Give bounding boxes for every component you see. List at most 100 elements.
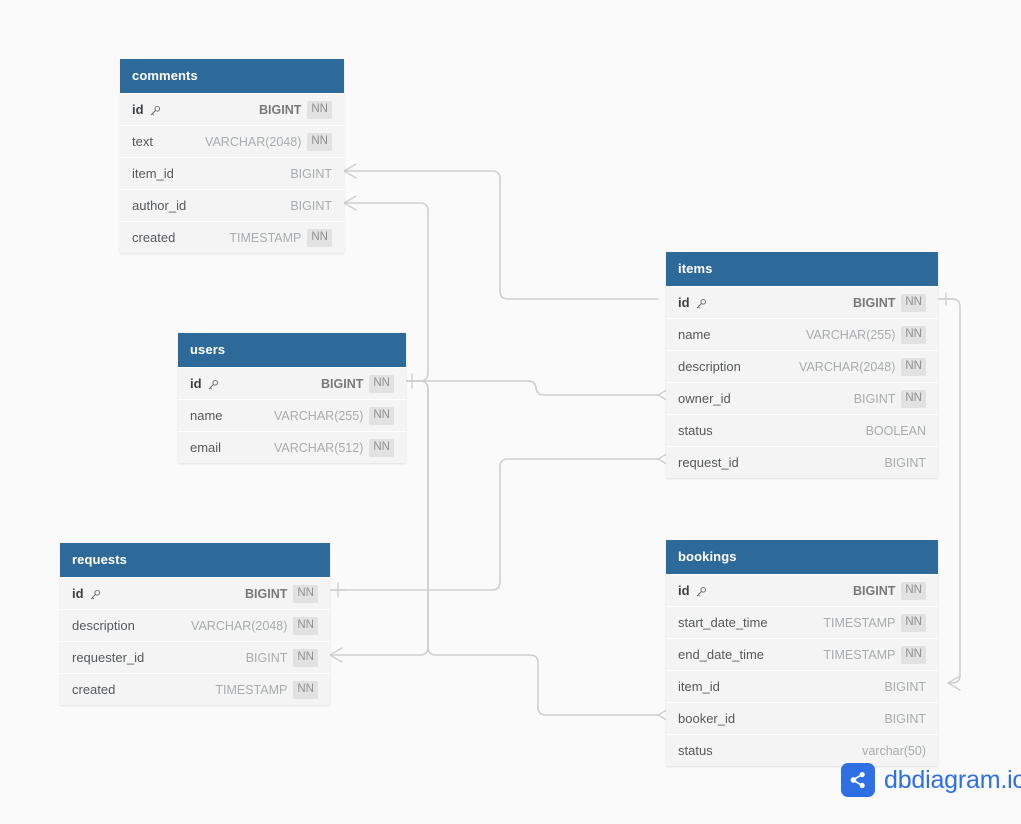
field-name-label: id <box>190 376 202 391</box>
field-name-label: description <box>678 359 741 374</box>
table-requests[interactable]: requests id BIGINT NN description VARCHAR(204… <box>60 543 330 705</box>
field-row-comments-created[interactable]: created TIMESTAMP NN <box>120 221 344 253</box>
field-name-text: text <box>132 134 153 149</box>
field-name-request_id: request_id <box>678 455 739 470</box>
not-null-badge: NN <box>293 584 318 603</box>
field-name-label: description <box>72 618 135 633</box>
field-type-label: BIGINT <box>884 711 926 726</box>
not-null-badge: NN <box>901 293 926 312</box>
field-name-label: id <box>72 586 84 601</box>
watermark-label: dbdiagram.io <box>884 766 1021 794</box>
field-row-bookings-id[interactable]: id BIGINT NN <box>666 574 938 606</box>
field-row-requests-description[interactable]: description VARCHAR(2048) NN <box>60 609 330 641</box>
field-row-comments-author_id[interactable]: author_id BIGINT <box>120 189 344 221</box>
not-null-badge: NN <box>901 357 926 376</box>
share-network-icon <box>841 763 875 797</box>
field-type-label: VARCHAR(255) <box>274 408 364 423</box>
table-header-comments[interactable]: comments <box>120 59 344 93</box>
field-type-label: VARCHAR(2048) <box>205 134 302 149</box>
field-name-name: name <box>678 327 711 342</box>
relationship-bookings-booker-id-users-id[interactable] <box>405 380 671 723</box>
field-type-label: VARCHAR(2048) <box>191 618 288 633</box>
field-name-id: id <box>678 583 707 598</box>
not-null-badge: NN <box>369 374 394 393</box>
diagram-canvas[interactable]: comments id BIGINT NN text VARCHAR(2048) NN ite… <box>0 0 1021 824</box>
field-type-label: BIGINT <box>853 391 896 406</box>
field-row-users-name[interactable]: name VARCHAR(255) NN <box>178 399 406 431</box>
field-row-bookings-item_id[interactable]: item_id BIGINT <box>666 670 938 702</box>
field-row-comments-text[interactable]: text VARCHAR(2048) NN <box>120 125 344 157</box>
field-row-users-email[interactable]: email VARCHAR(512) NN <box>178 431 406 463</box>
field-name-name: name <box>190 408 223 423</box>
field-name-description: description <box>72 618 135 633</box>
field-row-comments-item_id[interactable]: item_id BIGINT <box>120 157 344 189</box>
field-type-label: BIGINT <box>884 679 926 694</box>
field-name-label: created <box>132 230 176 245</box>
field-name-label: end_date_time <box>678 647 765 662</box>
field-name-id: id <box>132 102 161 117</box>
field-name-status: status <box>678 423 713 438</box>
field-row-items-id[interactable]: id BIGINT NN <box>666 286 938 318</box>
field-type-label: BIGINT <box>884 455 926 470</box>
not-null-badge: NN <box>901 389 926 408</box>
field-name-item_id: item_id <box>132 166 174 181</box>
not-null-badge: NN <box>901 613 926 632</box>
relationship-items-owner-id-users-id[interactable] <box>405 380 671 403</box>
not-null-badge: NN <box>293 680 318 699</box>
table-header-items[interactable]: items <box>666 252 938 286</box>
field-name-start_date_time: start_date_time <box>678 615 768 630</box>
field-row-bookings-end_date_time[interactable]: end_date_time TIMESTAMP NN <box>666 638 938 670</box>
table-bookings[interactable]: bookings id BIGINT NN start_date_time TIMESTA… <box>666 540 938 766</box>
field-row-bookings-booker_id[interactable]: booker_id BIGINT <box>666 702 938 734</box>
dbdiagram-watermark[interactable]: dbdiagram.io <box>841 763 1021 797</box>
not-null-badge: NN <box>307 132 332 151</box>
field-type-label: VARCHAR(255) <box>806 327 896 342</box>
not-null-badge: NN <box>307 228 332 247</box>
field-type-label: VARCHAR(512) <box>274 440 364 455</box>
field-type-label: TIMESTAMP <box>229 230 302 245</box>
field-name-label: created <box>72 682 116 697</box>
table-header-users[interactable]: users <box>178 333 406 367</box>
field-type-label: TIMESTAMP <box>823 615 896 630</box>
field-name-status: status <box>678 743 713 758</box>
field-row-bookings-status[interactable]: status varchar(50) <box>666 734 938 766</box>
field-row-comments-id[interactable]: id BIGINT NN <box>120 93 344 125</box>
field-row-items-description[interactable]: description VARCHAR(2048) NN <box>666 350 938 382</box>
field-row-items-owner_id[interactable]: owner_id BIGINT NN <box>666 382 938 414</box>
field-row-items-name[interactable]: name VARCHAR(255) NN <box>666 318 938 350</box>
field-name-label: email <box>190 440 222 455</box>
field-row-bookings-start_date_time[interactable]: start_date_time TIMESTAMP NN <box>666 606 938 638</box>
field-row-requests-id[interactable]: id BIGINT NN <box>60 577 330 609</box>
not-null-badge: NN <box>901 325 926 344</box>
field-name-email: email <box>190 440 221 455</box>
field-name-label: id <box>678 295 690 310</box>
table-comments[interactable]: comments id BIGINT NN text VARCHAR(2048) NN ite… <box>120 59 344 253</box>
table-items[interactable]: items id BIGINT NN name VARCHAR(255) NN descrip… <box>666 252 938 478</box>
table-header-requests[interactable]: requests <box>60 543 330 577</box>
relationship-bookings-item-id-items-id[interactable] <box>947 298 961 691</box>
table-header-bookings[interactable]: bookings <box>666 540 938 574</box>
field-type-label: BIGINT <box>245 586 288 601</box>
key-icon <box>149 105 161 117</box>
field-name-id: id <box>678 295 707 310</box>
field-name-label: status <box>678 423 713 438</box>
field-name-owner_id: owner_id <box>678 391 731 406</box>
key-icon <box>695 298 707 310</box>
field-name-label: author_id <box>132 198 187 213</box>
field-name-requester_id: requester_id <box>72 650 144 665</box>
field-row-requests-created[interactable]: created TIMESTAMP NN <box>60 673 330 705</box>
not-null-badge: NN <box>901 581 926 600</box>
field-name-created: created <box>132 230 175 245</box>
field-name-description: description <box>678 359 741 374</box>
relationship-items-request-id-requests-id[interactable] <box>329 451 671 598</box>
field-row-users-id[interactable]: id BIGINT NN <box>178 367 406 399</box>
field-type-label: BIGINT <box>853 583 896 598</box>
key-icon <box>695 586 707 598</box>
field-row-items-status[interactable]: status BOOLEAN <box>666 414 938 446</box>
field-type-label: VARCHAR(2048) <box>799 359 896 374</box>
field-name-label: start_date_time <box>678 615 768 630</box>
field-row-items-request_id[interactable]: request_id BIGINT <box>666 446 938 478</box>
table-users[interactable]: users id BIGINT NN name VARCHAR(255) NN email VA… <box>178 333 406 463</box>
not-null-badge: NN <box>369 438 394 457</box>
field-row-requests-requester_id[interactable]: requester_id BIGINT NN <box>60 641 330 673</box>
